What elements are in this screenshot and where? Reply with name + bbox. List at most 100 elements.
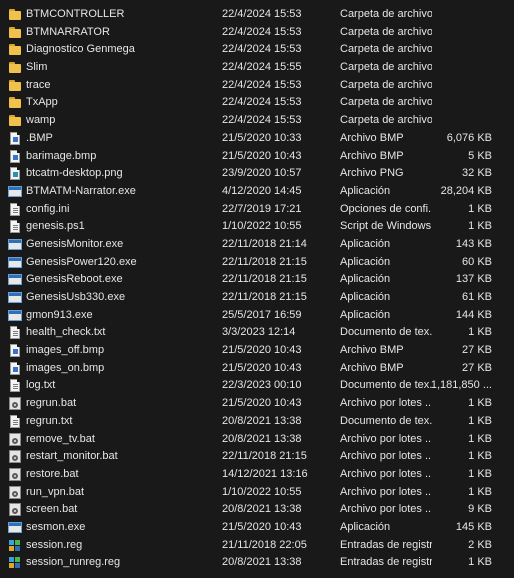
file-row[interactable]: sesmon.exe 21/5/2020 10:43 Aplicación 145 K… <box>0 519 514 537</box>
file-date-modified: 22/11/2018 21:15 <box>222 291 307 303</box>
file-row[interactable]: regrun.txt 20/8/2021 13:38 Documento de te… <box>0 413 514 431</box>
file-date-modified: 23/9/2020 10:57 <box>222 167 302 180</box>
file-date-modified: 22/4/2024 15:53 <box>222 78 302 91</box>
file-row[interactable]: GenesisPower120.exe 22/11/2018 21:15 Aplic… <box>0 254 514 272</box>
file-name: BTMNARRATOR <box>26 25 110 38</box>
file-row[interactable]: images_off.bmp 21/5/2020 10:43 Archivo BMP… <box>0 342 514 360</box>
file-date-modified: 21/5/2020 10:43 <box>222 520 302 533</box>
file-date-modified: 1/10/2022 10:55 <box>222 485 302 498</box>
file-name: session.reg <box>26 538 83 551</box>
file-size: 1 KB <box>468 556 492 569</box>
file-row[interactable]: Diagnostico Genmega 22/4/2024 15:53 Carpet… <box>0 41 514 59</box>
file-name: barimage.bmp <box>26 149 97 162</box>
file-name: genesis.ps1 <box>26 220 85 233</box>
file-row[interactable]: regrun.bat 21/5/2020 10:43 Archivo por lot… <box>0 395 514 413</box>
settings-file-icon <box>8 202 22 217</box>
bitmap-icon <box>8 361 22 376</box>
file-row[interactable]: GenesisUsb330.exe 22/11/2018 21:15 Aplicac… <box>0 289 514 307</box>
file-row[interactable]: btcatm-desktop.png 23/9/2020 10:57 Archivo… <box>0 165 514 183</box>
text-file-icon <box>8 414 22 429</box>
file-name: screen.bat <box>26 503 78 516</box>
file-name: btcatm-desktop.png <box>26 167 123 180</box>
file-size: 5 KB <box>468 149 492 162</box>
file-size: 28,204 KB <box>440 184 492 197</box>
app-icon <box>8 291 22 305</box>
file-size: 60 KB <box>462 255 492 268</box>
file-size: 1 KB <box>468 414 492 427</box>
file-row[interactable]: restore.bat 14/12/2021 13:16 Archivo por l… <box>0 466 514 484</box>
file-row[interactable]: wamp 22/4/2024 15:53 Carpeta de archivos <box>0 112 514 130</box>
file-date-modified: 22/4/2024 15:53 <box>222 114 302 127</box>
file-row[interactable]: genesis.ps1 1/10/2022 10:55 Script de Wind… <box>0 218 514 236</box>
folder-icon <box>8 79 22 93</box>
file-name: images_off.bmp <box>26 344 105 357</box>
file-date-modified: 22/11/2018 21:15 <box>222 273 307 286</box>
app-icon <box>8 273 22 287</box>
bitmap-icon <box>8 344 22 358</box>
file-name: BTMCONTROLLER <box>26 8 125 20</box>
file-row[interactable]: trace 22/4/2024 15:53 Carpeta de archivos <box>0 77 514 95</box>
file-date-modified: 3/3/2023 12:14 <box>222 326 296 339</box>
file-size: 145 KB <box>455 520 492 533</box>
folder-icon <box>8 43 22 57</box>
file-type: Carpeta de archivos <box>340 114 432 127</box>
file-row[interactable]: GenesisReboot.exe 22/11/2018 21:15 Aplicac… <box>0 271 514 289</box>
file-name: run_vpn.bat <box>26 485 85 498</box>
file-size: 1 KB <box>468 397 492 410</box>
file-row[interactable]: GenesisMonitor.exe 22/11/2018 21:14 Aplica… <box>0 236 514 254</box>
file-size: 61 KB <box>462 291 492 303</box>
app-icon <box>8 238 22 252</box>
file-date-modified: 22/11/2018 21:15 <box>222 450 307 463</box>
file-row[interactable]: BTMATM-Narrator.exe 4/12/2020 14:45 Aplica… <box>0 183 514 201</box>
file-name: restore.bat <box>26 467 79 480</box>
file-date-modified: 25/5/2017 16:59 <box>222 308 302 321</box>
file-date-modified: 21/5/2020 10:43 <box>222 149 302 162</box>
batch-file-icon <box>8 450 22 464</box>
file-size: 144 KB <box>455 308 492 321</box>
file-row[interactable]: health_check.txt 3/3/2023 12:14 Documento … <box>0 324 514 342</box>
file-date-modified: 20/8/2021 13:38 <box>222 556 302 569</box>
file-type: Carpeta de archivos <box>340 61 432 74</box>
file-row[interactable]: TxApp 22/4/2024 15:53 Carpeta de archivos <box>0 94 514 112</box>
file-name: gmon913.exe <box>26 308 93 321</box>
file-name: GenesisMonitor.exe <box>26 237 124 250</box>
file-date-modified: 20/8/2021 13:38 <box>222 432 302 445</box>
batch-file-icon <box>8 397 22 411</box>
file-name: wamp <box>26 114 56 127</box>
file-row[interactable]: remove_tv.bat 20/8/2021 13:38 Archivo por … <box>0 431 514 449</box>
file-row[interactable]: barimage.bmp 21/5/2020 10:43 Archivo BMP 5 … <box>0 148 514 166</box>
file-row[interactable]: restart_monitor.bat 22/11/2018 21:15 Archi… <box>0 448 514 466</box>
file-row[interactable]: session_runreg.reg 20/8/2021 13:38 Entrada… <box>0 554 514 572</box>
file-size: 1 KB <box>468 450 492 463</box>
file-row[interactable]: BTMNARRATOR 22/4/2024 15:53 Carpeta de arc… <box>0 24 514 42</box>
file-row[interactable]: Slim 22/4/2024 15:55 Carpeta de archivos <box>0 59 514 77</box>
file-row[interactable]: log.txt 22/3/2023 00:10 Documento de tex..… <box>0 377 514 395</box>
file-date-modified: 22/4/2024 15:53 <box>222 96 302 109</box>
file-row[interactable]: config.ini 22/7/2019 17:21 Opciones de con… <box>0 201 514 219</box>
bitmap-icon <box>8 131 22 146</box>
image-icon <box>8 167 22 181</box>
file-size: 1 KB <box>468 432 492 445</box>
folder-icon <box>8 114 22 128</box>
file-size: 1 KB <box>468 326 492 339</box>
folder-icon <box>8 26 22 40</box>
file-date-modified: 21/5/2020 10:43 <box>222 397 302 410</box>
file-row[interactable]: images_on.bmp 21/5/2020 10:43 Archivo BMP 2… <box>0 360 514 378</box>
file-type: Carpeta de archivos <box>340 96 432 109</box>
registry-icon <box>8 556 22 570</box>
file-row[interactable]: run_vpn.bat 1/10/2022 10:55 Archivo por lo… <box>0 484 514 502</box>
file-row[interactable]: .BMP 21/5/2020 10:33 Archivo BMP 6,076 KB <box>0 130 514 148</box>
file-size: 1,181,850 ... <box>430 379 492 392</box>
file-row[interactable]: screen.bat 20/8/2021 13:38 Archivo por lot… <box>0 501 514 519</box>
file-date-modified: 20/8/2021 13:38 <box>222 414 302 427</box>
file-date-modified: 22/4/2024 15:53 <box>222 8 302 20</box>
file-date-modified: 22/11/2018 21:14 <box>222 237 307 250</box>
file-row[interactable]: gmon913.exe 25/5/2017 16:59 Aplicación 144 … <box>0 307 514 325</box>
file-name: trace <box>26 78 51 91</box>
file-type: Carpeta de archivos <box>340 43 432 56</box>
app-icon <box>8 309 22 323</box>
file-row[interactable]: BTMCONTROLLER 22/4/2024 15:53 Carpeta de a… <box>0 6 514 24</box>
file-row[interactable]: session.reg 21/11/2018 22:05 Entradas de r… <box>0 537 514 555</box>
file-date-modified: 22/3/2023 00:10 <box>222 379 302 392</box>
file-size: 1 KB <box>468 220 492 233</box>
